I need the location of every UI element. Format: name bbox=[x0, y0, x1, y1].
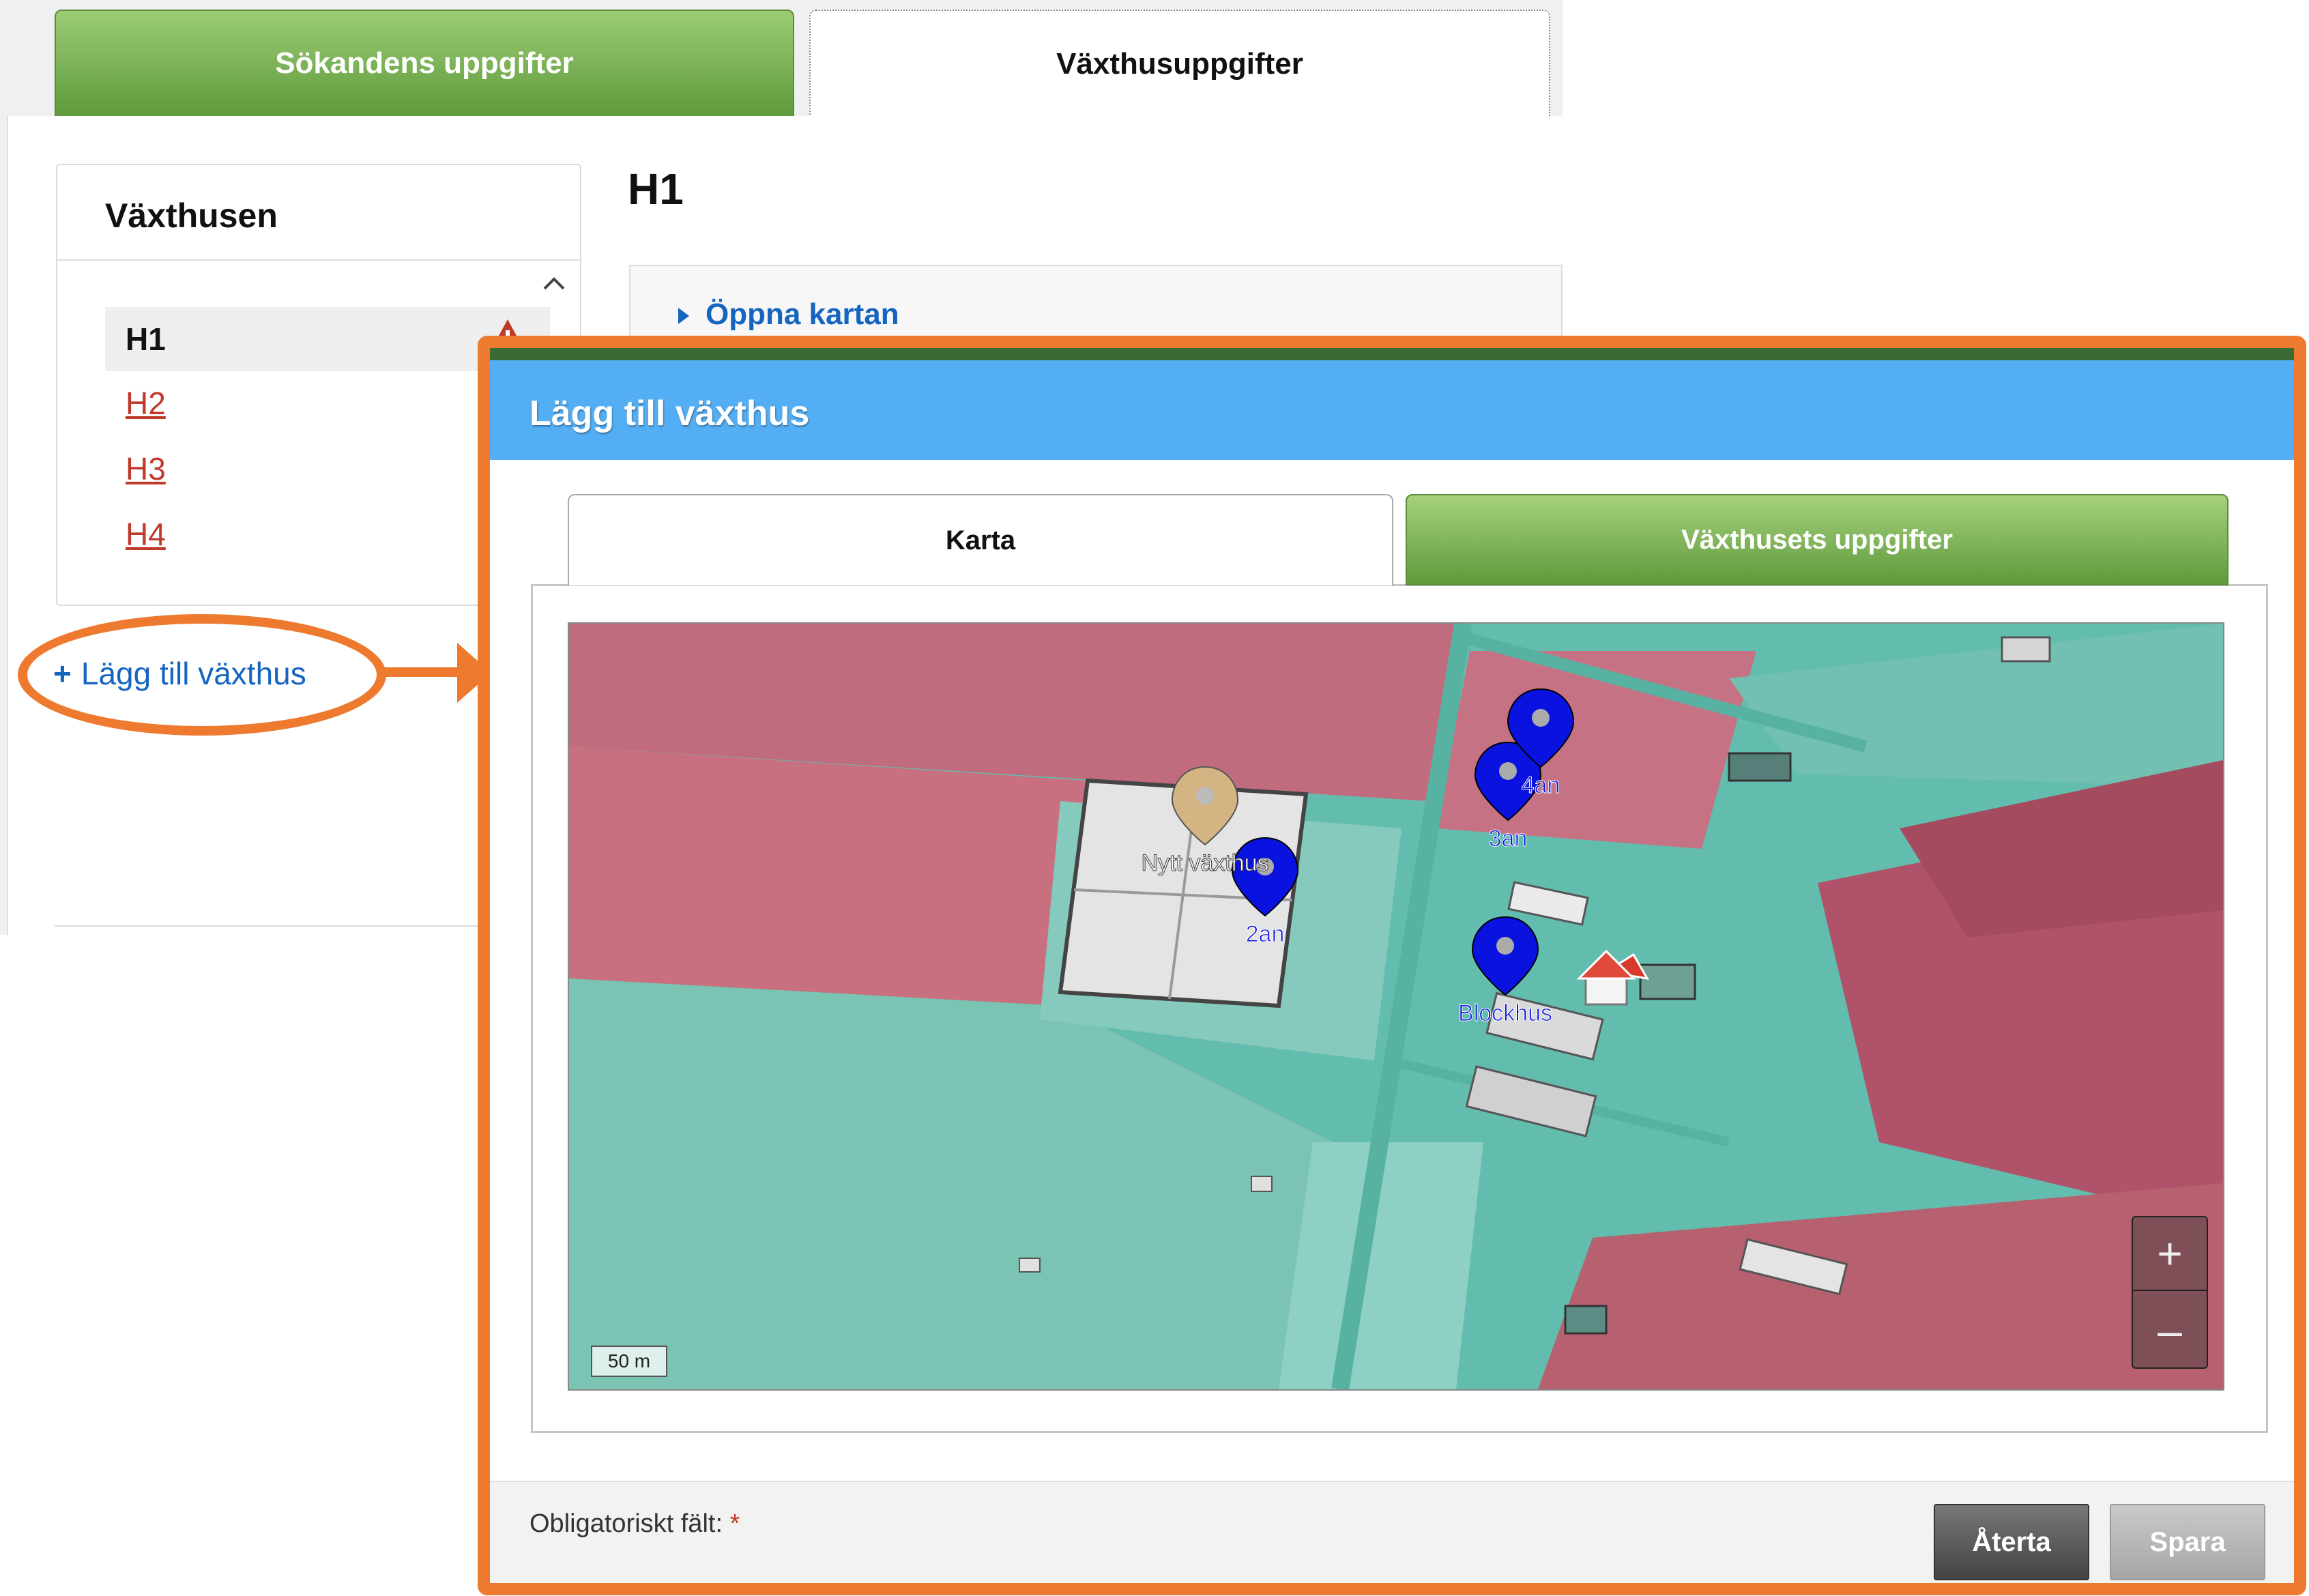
callout-arrow-shaft bbox=[379, 667, 468, 677]
open-map-toggle[interactable]: Öppna kartan bbox=[678, 298, 899, 332]
divider bbox=[55, 925, 532, 927]
open-map-label: Öppna kartan bbox=[706, 298, 899, 331]
greenhouse-list-title: Växthusen bbox=[105, 197, 278, 235]
list-item-label[interactable]: H2 bbox=[126, 385, 166, 422]
tab-applicant-details[interactable]: Sökandens uppgifter bbox=[55, 10, 794, 117]
chevron-up-icon[interactable] bbox=[542, 267, 566, 298]
caret-right-icon bbox=[678, 308, 689, 325]
highlight-ellipse bbox=[18, 614, 386, 736]
list-item-label[interactable]: H4 bbox=[126, 516, 166, 553]
tab-greenhouse-details[interactable]: Växthusuppgifter bbox=[809, 10, 1550, 117]
tab-map[interactable]: Karta bbox=[568, 494, 1393, 585]
list-item-label[interactable]: H3 bbox=[126, 450, 166, 487]
detail-title: H1 bbox=[628, 164, 684, 214]
list-item-label: H1 bbox=[126, 321, 166, 357]
greenhouse-list-header: Växthusen bbox=[57, 165, 580, 261]
